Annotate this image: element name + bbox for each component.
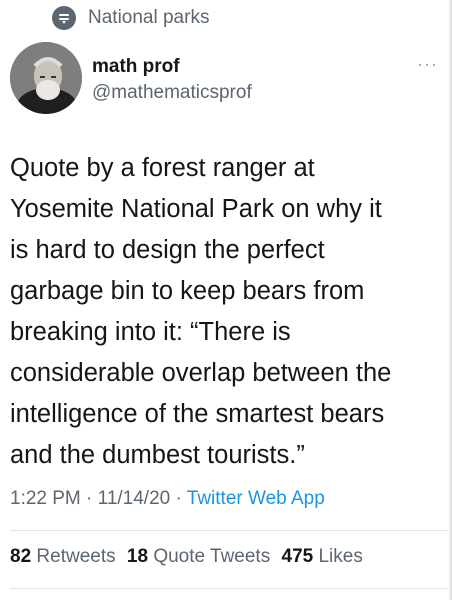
likes-stat[interactable]: 475 Likes	[282, 546, 363, 567]
divider	[10, 588, 452, 589]
meta-separator: ·	[80, 488, 98, 509]
engagement-stats: 82 Retweets 18 Quote Tweets 475 Likes	[10, 546, 363, 568]
quote-tweets-stat[interactable]: 18 Quote Tweets	[127, 546, 270, 567]
avatar[interactable]	[10, 42, 82, 114]
tweet-time[interactable]: 1:22 PM	[10, 488, 81, 509]
tweet-text: Quote by a forest ranger at Yosemite Nat…	[10, 154, 392, 469]
retweets-count: 82	[10, 546, 32, 567]
author-name[interactable]: math prof	[92, 56, 180, 78]
topic-icon	[52, 6, 76, 30]
tweet-meta: 1:22 PM · 11/14/20 · Twitter Web App	[10, 488, 325, 510]
tweet-date[interactable]: 11/14/20	[98, 488, 171, 509]
divider	[10, 530, 452, 531]
retweets-stat[interactable]: 82 Retweets	[10, 546, 116, 567]
author-handle[interactable]: @mathematicsprof	[92, 82, 252, 104]
source-app-link[interactable]: Twitter Web App	[187, 488, 325, 509]
meta-separator: ·	[170, 488, 187, 509]
topic-context[interactable]: National parks	[52, 6, 209, 30]
page-edge-shadow	[448, 0, 452, 600]
quote-tweets-label: Quote Tweets	[153, 546, 271, 567]
likes-count: 475	[281, 546, 314, 567]
topic-label: National parks	[88, 7, 210, 28]
likes-label: Likes	[318, 546, 363, 567]
more-options-icon[interactable]: ···	[417, 54, 438, 75]
quote-tweets-count: 18	[126, 546, 149, 567]
retweets-label: Retweets	[36, 546, 116, 567]
